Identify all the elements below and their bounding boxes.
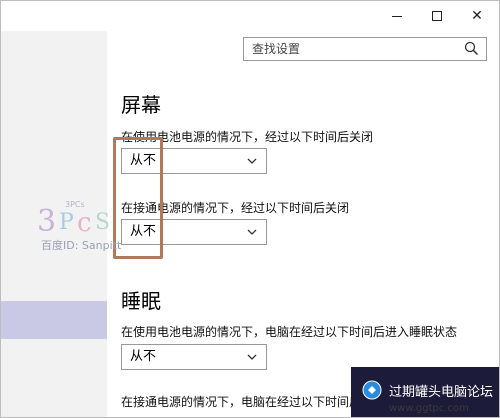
svg-text:S: S [95, 210, 110, 235]
minimize-button[interactable] [379, 1, 415, 31]
maximize-icon [432, 11, 442, 21]
sidebar-selected-item[interactable] [1, 301, 107, 339]
search-icon[interactable] [463, 40, 481, 58]
svg-text:P: P [59, 210, 74, 235]
settings-window: ✕ 查找设置 屏幕 在使用电池电源的情况下，经过以下时间后关闭 从不 在接通电源… [0, 0, 500, 418]
search-placeholder: 查找设置 [252, 42, 301, 56]
close-icon: ✕ [471, 8, 483, 24]
forum-logo-icon [362, 380, 382, 400]
chevron-down-icon [247, 354, 257, 360]
chevron-down-icon [247, 229, 257, 235]
watermark-text: 百度ID: Sanpitt [41, 239, 122, 252]
forum-name: 过期罐头电脑论坛 [389, 385, 494, 400]
forum-url: www.ggtpc.com [389, 403, 469, 414]
maximize-button[interactable] [419, 1, 455, 31]
svg-text:3PCs: 3PCs [65, 200, 85, 209]
title-bar: ✕ [1, 1, 499, 31]
chevron-down-icon [247, 158, 257, 164]
svg-text:c: c [77, 208, 92, 238]
minimize-icon [392, 15, 402, 17]
sleep-section-title: 睡眠 [121, 289, 161, 313]
close-button[interactable]: ✕ [459, 1, 495, 31]
screen-section-title: 屏幕 [121, 93, 161, 117]
search-input[interactable]: 查找设置 [243, 37, 487, 61]
svg-text:3: 3 [37, 204, 56, 239]
sleep-battery-label: 在使用电池电源的情况下，电脑在经过以下时间后进入睡眠状态 [121, 325, 458, 339]
sleep-battery-value: 从不 [130, 349, 157, 364]
sleep-battery-dropdown[interactable]: 从不 [121, 344, 267, 370]
